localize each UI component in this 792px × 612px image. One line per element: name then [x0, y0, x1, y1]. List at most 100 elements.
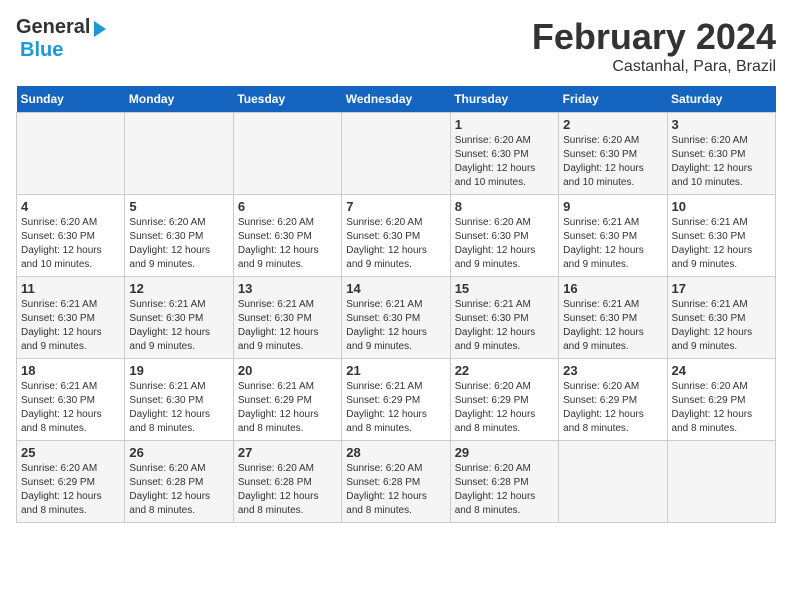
day-number: 18 [21, 363, 120, 378]
day-number: 7 [346, 199, 445, 214]
calendar-cell: 29 Sunrise: 6:20 AM Sunset: 6:28 PM Dayli… [450, 441, 558, 523]
logo: General Blue [16, 16, 106, 62]
calendar-cell: 8Sunrise: 6:20 AM Sunset: 6:30 PM Daylig… [450, 195, 558, 277]
calendar-table: SundayMondayTuesdayWednesdayThursdayFrid… [16, 86, 776, 523]
calendar-cell [17, 113, 125, 195]
day-info: Sunrise: 6:20 AM Sunset: 6:29 PM Dayligh… [672, 380, 771, 436]
day-info: Sunrise: 6:21 AM Sunset: 6:30 PM Dayligh… [238, 298, 337, 354]
day-number: 22 [455, 363, 554, 378]
day-info: Sunrise: 6:20 AM Sunset: 6:28 PM Dayligh… [455, 462, 554, 518]
day-number: 1 [455, 117, 554, 132]
day-info: Sunrise: 6:20 AM Sunset: 6:30 PM Dayligh… [455, 134, 554, 190]
day-info: Sunrise: 6:20 AM Sunset: 6:30 PM Dayligh… [238, 216, 337, 272]
day-number: 9 [563, 199, 662, 214]
header-day-thursday: Thursday [450, 86, 558, 113]
day-number: 10 [672, 199, 771, 214]
calendar-cell: 12 Sunrise: 6:21 AM Sunset: 6:30 PM Dayli… [125, 277, 233, 359]
logo-blue-text: Blue [20, 39, 63, 61]
day-info: Sunrise: 6:20 AM Sunset: 6:29 PM Dayligh… [21, 462, 120, 518]
day-info: Sunrise: 6:21 AM Sunset: 6:30 PM Dayligh… [563, 298, 662, 354]
calendar-cell: 20Sunrise: 6:21 AM Sunset: 6:29 PM Dayli… [233, 359, 341, 441]
day-info: Sunrise: 6:21 AM Sunset: 6:30 PM Dayligh… [672, 216, 771, 272]
day-number: 15 [455, 281, 554, 296]
calendar-cell: 1 Sunrise: 6:20 AM Sunset: 6:30 PM Daylig… [450, 113, 558, 195]
logo-general-text: General [16, 16, 90, 39]
header-day-friday: Friday [559, 86, 667, 113]
day-info: Sunrise: 6:21 AM Sunset: 6:30 PM Dayligh… [129, 298, 228, 354]
calendar-cell: 2Sunrise: 6:20 AM Sunset: 6:30 PM Daylig… [559, 113, 667, 195]
calendar-header: SundayMondayTuesdayWednesdayThursdayFrid… [17, 86, 776, 113]
week-row-5: 25 Sunrise: 6:20 AM Sunset: 6:29 PM Dayli… [17, 441, 776, 523]
day-number: 20 [238, 363, 337, 378]
day-info: Sunrise: 6:21 AM Sunset: 6:29 PM Dayligh… [346, 380, 445, 436]
day-number: 28 [346, 445, 445, 460]
day-number: 12 [129, 281, 228, 296]
day-info: Sunrise: 6:20 AM Sunset: 6:30 PM Dayligh… [455, 216, 554, 272]
day-number: 27 [238, 445, 337, 460]
page-title: February 2024 [532, 16, 776, 58]
calendar-cell: 14 Sunrise: 6:21 AM Sunset: 6:30 PM Dayli… [342, 277, 450, 359]
calendar-cell: 19 Sunrise: 6:21 AM Sunset: 6:30 PM Dayli… [125, 359, 233, 441]
calendar-cell: 23 Sunrise: 6:20 AM Sunset: 6:29 PM Dayli… [559, 359, 667, 441]
calendar-cell: 25 Sunrise: 6:20 AM Sunset: 6:29 PM Dayli… [17, 441, 125, 523]
header-day-tuesday: Tuesday [233, 86, 341, 113]
day-number: 25 [21, 445, 120, 460]
day-number: 3 [672, 117, 771, 132]
day-number: 2 [563, 117, 662, 132]
day-info: Sunrise: 6:21 AM Sunset: 6:30 PM Dayligh… [129, 380, 228, 436]
calendar-cell: 18Sunrise: 6:21 AM Sunset: 6:30 PM Dayli… [17, 359, 125, 441]
day-info: Sunrise: 6:21 AM Sunset: 6:30 PM Dayligh… [672, 298, 771, 354]
calendar-cell: 13Sunrise: 6:21 AM Sunset: 6:30 PM Dayli… [233, 277, 341, 359]
day-number: 4 [21, 199, 120, 214]
header-row: SundayMondayTuesdayWednesdayThursdayFrid… [17, 86, 776, 113]
day-info: Sunrise: 6:20 AM Sunset: 6:30 PM Dayligh… [21, 216, 120, 272]
calendar-cell: 21 Sunrise: 6:21 AM Sunset: 6:29 PM Dayli… [342, 359, 450, 441]
calendar-cell: 6 Sunrise: 6:20 AM Sunset: 6:30 PM Daylig… [233, 195, 341, 277]
day-info: Sunrise: 6:21 AM Sunset: 6:30 PM Dayligh… [346, 298, 445, 354]
day-number: 23 [563, 363, 662, 378]
day-info: Sunrise: 6:20 AM Sunset: 6:30 PM Dayligh… [129, 216, 228, 272]
title-block: February 2024 Castanhal, Para, Brazil [532, 16, 776, 76]
calendar-cell: 26 Sunrise: 6:20 AM Sunset: 6:28 PM Dayli… [125, 441, 233, 523]
calendar-cell: 16Sunrise: 6:21 AM Sunset: 6:30 PM Dayli… [559, 277, 667, 359]
day-number: 17 [672, 281, 771, 296]
calendar-cell: 22 Sunrise: 6:20 AM Sunset: 6:29 PM Dayli… [450, 359, 558, 441]
day-info: Sunrise: 6:20 AM Sunset: 6:29 PM Dayligh… [455, 380, 554, 436]
day-info: Sunrise: 6:20 AM Sunset: 6:28 PM Dayligh… [238, 462, 337, 518]
week-row-4: 18 Sunrise: 6:21 AM Sunset: 6:30 PM Dayli… [17, 359, 776, 441]
calendar-body: 1 Sunrise: 6:20 AM Sunset: 6:30 PM Daylig… [17, 113, 776, 523]
header-day-monday: Monday [125, 86, 233, 113]
week-row-1: 1 Sunrise: 6:20 AM Sunset: 6:30 PM Daylig… [17, 113, 776, 195]
header-day-wednesday: Wednesday [342, 86, 450, 113]
day-info: Sunrise: 6:20 AM Sunset: 6:28 PM Dayligh… [346, 462, 445, 518]
calendar-cell: 24 Sunrise: 6:20 AM Sunset: 6:29 PM Dayli… [667, 359, 775, 441]
day-info: Sunrise: 6:21 AM Sunset: 6:30 PM Dayligh… [455, 298, 554, 354]
calendar-cell: 11Sunrise: 6:21 AM Sunset: 6:30 PM Dayli… [17, 277, 125, 359]
day-info: Sunrise: 6:21 AM Sunset: 6:30 PM Dayligh… [563, 216, 662, 272]
day-number: 11 [21, 281, 120, 296]
calendar-cell: 5 Sunrise: 6:20 AM Sunset: 6:30 PM Daylig… [125, 195, 233, 277]
day-number: 6 [238, 199, 337, 214]
day-number: 29 [455, 445, 554, 460]
calendar-cell [125, 113, 233, 195]
calendar-cell: 15 Sunrise: 6:21 AM Sunset: 6:30 PM Dayli… [450, 277, 558, 359]
day-info: Sunrise: 6:20 AM Sunset: 6:28 PM Dayligh… [129, 462, 228, 518]
day-number: 14 [346, 281, 445, 296]
calendar-cell: 9 Sunrise: 6:21 AM Sunset: 6:30 PM Daylig… [559, 195, 667, 277]
calendar-cell [667, 441, 775, 523]
week-row-2: 4 Sunrise: 6:20 AM Sunset: 6:30 PM Daylig… [17, 195, 776, 277]
week-row-3: 11 Sunrise: 6:21 AM Sunset: 6:30 PM Dayli… [17, 277, 776, 359]
calendar-cell: 17 Sunrise: 6:21 AM Sunset: 6:30 PM Dayli… [667, 277, 775, 359]
calendar-cell: 7 Sunrise: 6:20 AM Sunset: 6:30 PM Daylig… [342, 195, 450, 277]
day-number: 26 [129, 445, 228, 460]
day-number: 21 [346, 363, 445, 378]
day-info: Sunrise: 6:20 AM Sunset: 6:30 PM Dayligh… [346, 216, 445, 272]
day-number: 24 [672, 363, 771, 378]
day-number: 5 [129, 199, 228, 214]
calendar-cell [233, 113, 341, 195]
calendar-cell [342, 113, 450, 195]
calendar-cell: 3Sunrise: 6:20 AM Sunset: 6:30 PM Daylig… [667, 113, 775, 195]
day-info: Sunrise: 6:20 AM Sunset: 6:29 PM Dayligh… [563, 380, 662, 436]
day-number: 19 [129, 363, 228, 378]
header-day-saturday: Saturday [667, 86, 775, 113]
